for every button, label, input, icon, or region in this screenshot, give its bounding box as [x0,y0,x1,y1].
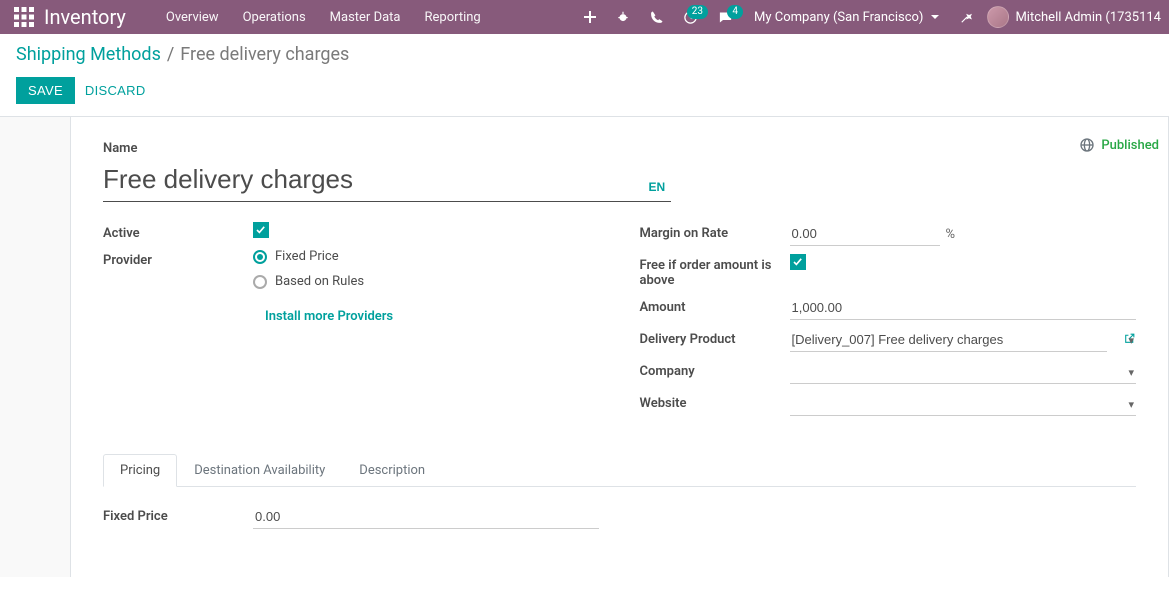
left-column: Active Provider Fixed Price [103,222,600,424]
published-status[interactable]: Published [1069,133,1169,157]
user-menu[interactable]: Mitchell Admin (1735114 [987,6,1161,28]
chevron-down-icon[interactable]: ▾ [1128,334,1134,347]
discard-button[interactable]: DISCARD [85,83,146,98]
radio-off-icon [253,275,267,289]
tab-bar: Pricing Destination Availability Descrip… [103,454,1136,487]
name-input[interactable] [103,160,671,202]
provider-label: Provider [103,249,253,268]
plus-icon[interactable] [577,5,603,29]
website-input[interactable] [790,392,1137,416]
radio-on-icon [253,250,267,264]
form-sheet: Published Name EN Active [70,117,1169,577]
clock-badge: 23 [687,5,708,19]
globe-icon [1079,137,1095,153]
chevron-down-icon [931,15,939,19]
tools-icon[interactable] [953,4,981,30]
margin-label: Margin on Rate [640,222,790,241]
name-label: Name [103,141,671,156]
fixed-price-input[interactable] [253,505,599,529]
provider-fixed-option[interactable]: Fixed Price [253,249,600,264]
avatar [987,6,1009,28]
install-providers-link[interactable]: Install more Providers [265,309,393,324]
company-switcher[interactable]: My Company (San Francisco) [746,10,947,25]
company-name: My Company (San Francisco) [754,10,923,25]
company-input[interactable] [790,360,1137,384]
menu-operations[interactable]: Operations [233,2,316,33]
save-button[interactable]: SAVE [16,77,75,104]
breadcrumb-parent[interactable]: Shipping Methods [16,44,161,65]
main-navbar: Inventory Overview Operations Master Dat… [0,0,1169,34]
menu-reporting[interactable]: Reporting [415,2,491,33]
tab-description[interactable]: Description [342,454,442,487]
right-column: Margin on Rate % Free if order amount is… [640,222,1137,424]
breadcrumb: Shipping Methods / Free delivery charges [16,44,1153,65]
margin-input[interactable] [790,222,940,246]
amount-input[interactable] [790,296,1137,320]
provider-rules-option[interactable]: Based on Rules [253,274,600,289]
chat-icon[interactable]: 4 [711,4,740,31]
active-checkbox[interactable] [253,222,269,238]
margin-unit: % [946,227,956,242]
amount-label: Amount [640,296,790,315]
active-label: Active [103,222,253,241]
menu-overview[interactable]: Overview [156,2,229,33]
app-brand[interactable]: Inventory [44,5,126,29]
control-panel: Shipping Methods / Free delivery charges… [0,34,1169,117]
chevron-down-icon[interactable]: ▾ [1128,398,1134,411]
free-over-checkbox[interactable] [790,254,806,270]
fixed-price-label: Fixed Price [103,505,253,524]
breadcrumb-sep: / [167,44,174,65]
bug-icon[interactable] [609,4,637,30]
provider-rules-label: Based on Rules [275,274,364,289]
delivery-product-label: Delivery Product [640,328,790,347]
clock-icon[interactable]: 23 [676,4,705,31]
company-label: Company [640,360,790,379]
user-name: Mitchell Admin (1735114 [1015,10,1161,25]
menu-master-data[interactable]: Master Data [320,2,411,33]
website-label: Website [640,392,790,411]
tab-destination-availability[interactable]: Destination Availability [177,454,342,487]
apps-icon[interactable] [14,7,34,27]
provider-fixed-label: Fixed Price [275,249,339,264]
chat-badge: 4 [727,5,743,19]
lang-button[interactable]: EN [648,180,665,194]
tab-pricing[interactable]: Pricing [103,454,177,487]
published-label: Published [1101,138,1159,153]
free-over-label: Free if order amount is above [640,254,790,288]
phone-icon[interactable] [643,5,670,30]
breadcrumb-current: Free delivery charges [180,44,349,65]
delivery-product-input[interactable] [790,328,1108,352]
chevron-down-icon[interactable]: ▾ [1128,366,1134,379]
top-menu: Overview Operations Master Data Reportin… [156,2,491,33]
tab-content-pricing: Fixed Price [103,487,1136,529]
